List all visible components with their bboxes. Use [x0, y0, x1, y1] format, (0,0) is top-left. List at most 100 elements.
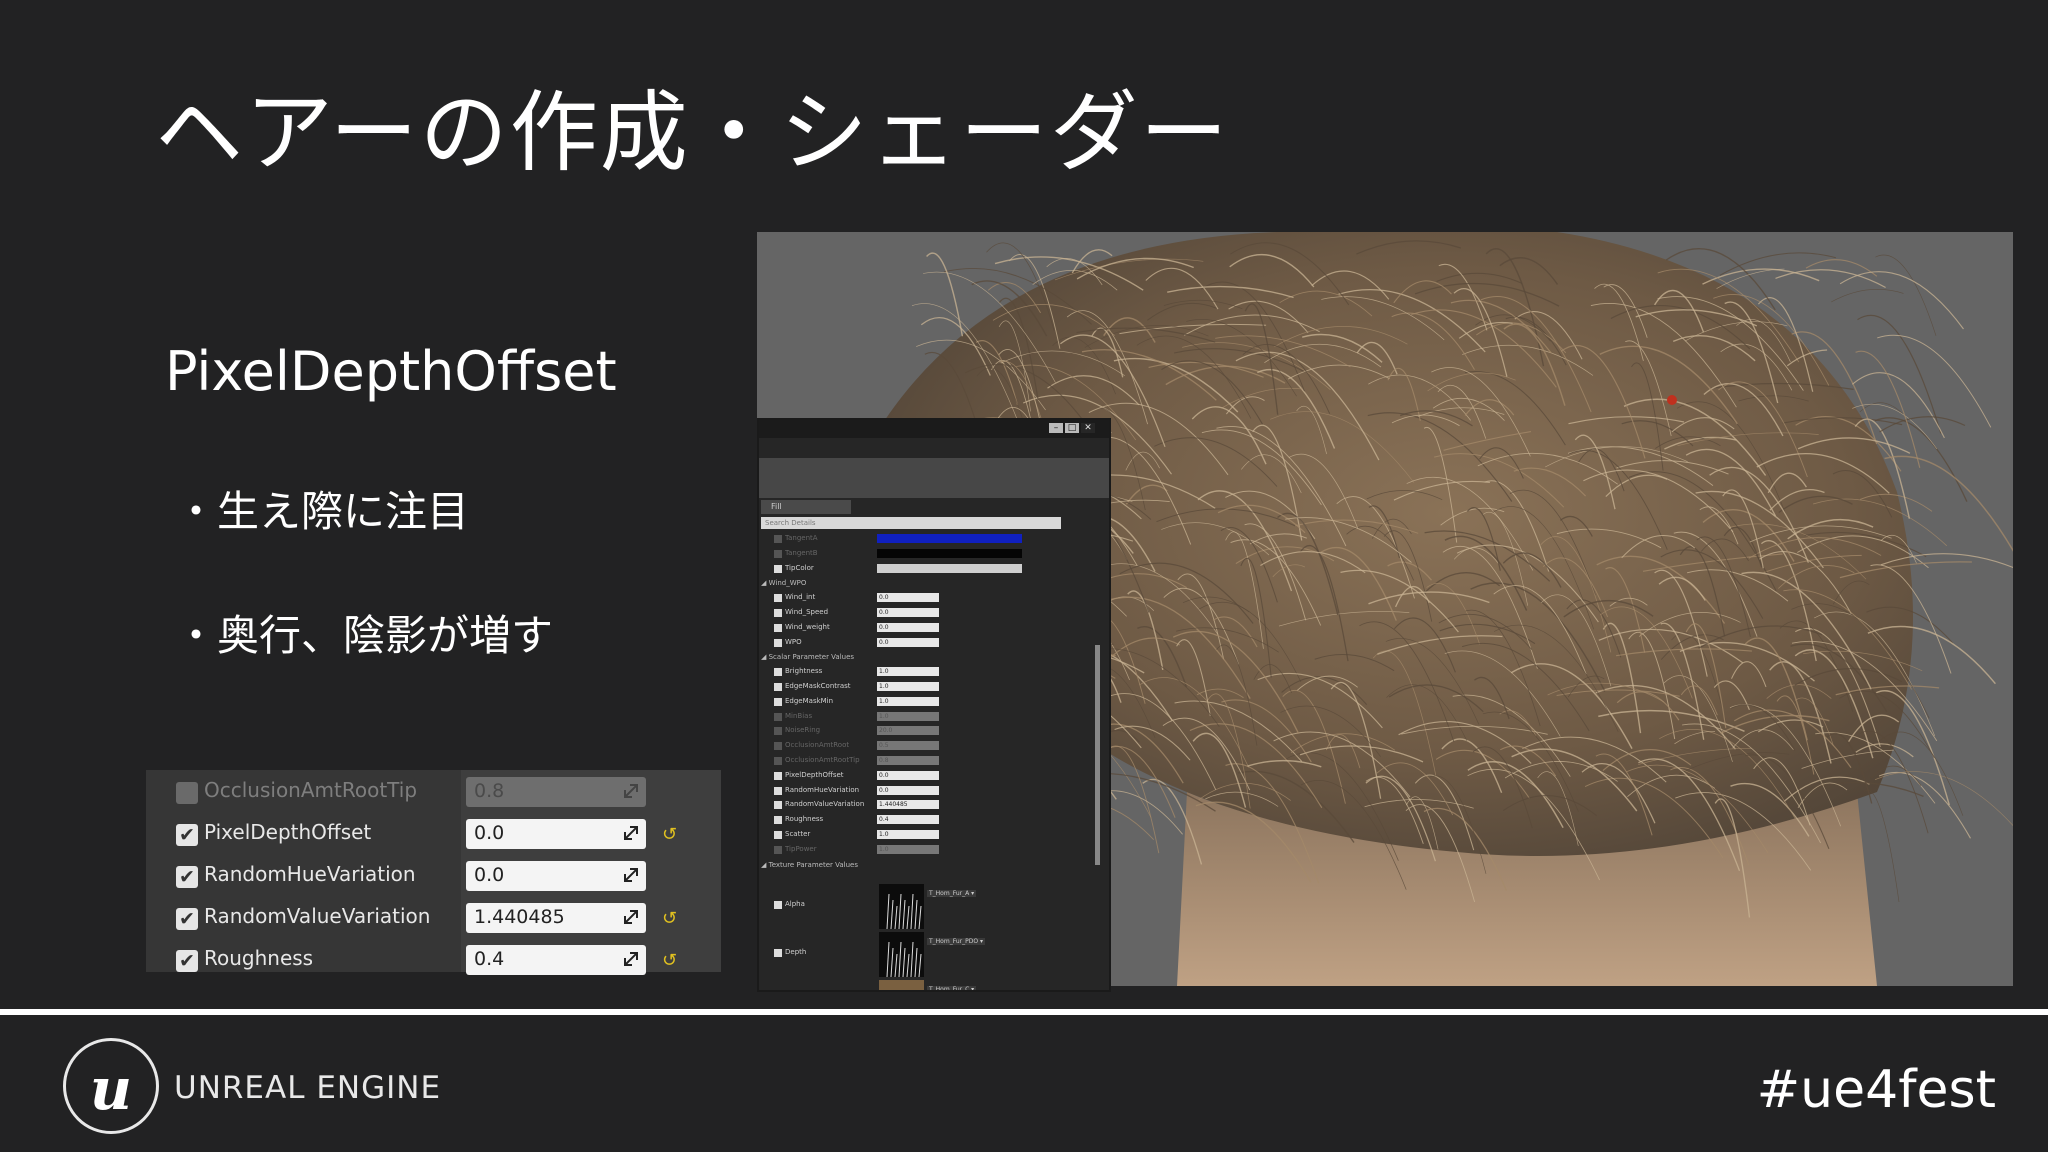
drag-arrow-icon[interactable] [624, 868, 638, 882]
param-value-input[interactable]: 20.0 [877, 726, 939, 736]
reset-to-default-icon[interactable]: ↺ [662, 908, 677, 929]
param-label: WPO [785, 637, 802, 646]
category-header[interactable]: ◢ Texture Parameter Values [761, 861, 858, 869]
enable-checkbox[interactable] [774, 831, 782, 839]
param-label: Wind_Speed [785, 608, 829, 616]
param-label: Roughness [204, 946, 314, 970]
param-value-input[interactable]: 0.0 [877, 785, 939, 795]
editor-param-row: OcclusionAmtRoot 0.5 [759, 739, 1099, 753]
material-instance-editor[interactable]: – □ ✕ Fill Search Details TangentA Tangen… [757, 418, 1111, 992]
enable-checkbox[interactable] [176, 782, 198, 804]
enable-checkbox[interactable] [774, 549, 782, 558]
drag-arrow-icon[interactable] [624, 952, 638, 966]
tab-details[interactable]: Fill [761, 500, 851, 514]
enable-checkbox[interactable] [774, 757, 782, 765]
reset-to-default-icon[interactable]: ↺ [662, 824, 677, 845]
param-value-input[interactable]: 0.0 [877, 593, 939, 603]
details-scrollbar[interactable] [1095, 645, 1100, 865]
enable-checkbox[interactable] [774, 623, 782, 632]
category-header[interactable]: ◢ Wind_WPO [761, 579, 806, 587]
param-value-input[interactable]: 1.0 [877, 830, 939, 839]
param-value-input[interactable]: 1.0 [877, 696, 939, 706]
color-swatch[interactable] [877, 563, 1022, 573]
enable-checkbox[interactable] [774, 683, 782, 691]
close-icon[interactable]: ✕ [1081, 423, 1095, 433]
enable-checkbox[interactable]: ✔ [176, 824, 198, 846]
param-label: PixelDepthOffset [204, 820, 372, 844]
editor-param-row: RandomHueVariation 0.0 [759, 784, 1099, 798]
editor-param-row: TangentA [759, 532, 1099, 546]
enable-checkbox[interactable] [774, 638, 782, 647]
enable-checkbox[interactable] [774, 901, 782, 910]
enable-checkbox[interactable]: ✔ [176, 908, 198, 930]
param-value-input[interactable]: 1.0 [877, 682, 939, 691]
texture-row: Depth T_Hom_Fur_PDO ▾ [759, 938, 1099, 960]
param-value-input[interactable]: 0.4 [466, 945, 646, 975]
param-value-input[interactable]: 1.440485 [877, 800, 939, 810]
enable-checkbox[interactable] [774, 564, 782, 573]
enable-checkbox[interactable] [774, 771, 782, 780]
param-value-input[interactable]: 0.0 [877, 622, 939, 632]
param-label: OcclusionAmtRoot [785, 741, 850, 750]
enable-checkbox[interactable] [774, 668, 782, 677]
param-value-input[interactable]: 0.4 [877, 815, 939, 825]
param-row: ✔ PixelDepthOffset 0.0 ↺ [146, 816, 721, 854]
checkmark-icon: ✔ [179, 950, 195, 972]
param-label: RandomHueVariation [204, 862, 416, 886]
param-value-input[interactable]: 0.0 [877, 770, 939, 780]
param-value-input[interactable]: 1.0 [877, 711, 939, 721]
search-details-input[interactable]: Search Details [761, 517, 1061, 529]
param-value: 1.440485 [474, 906, 565, 928]
enable-checkbox[interactable] [774, 742, 782, 751]
enable-checkbox[interactable] [774, 816, 782, 825]
editor-param-row: RandomValueVariation 1.440485 [759, 798, 1099, 812]
drag-arrow-icon[interactable] [624, 826, 638, 840]
category-header[interactable]: ◢ Scalar Parameter Values [761, 653, 854, 661]
param-value-input[interactable]: 0.0 [466, 861, 646, 891]
param-value: 0.0 [474, 864, 505, 886]
color-swatch[interactable] [877, 548, 1022, 558]
enable-checkbox[interactable] [774, 786, 782, 795]
param-value-input[interactable]: 0.0 [877, 608, 939, 617]
texture-asset-dropdown[interactable]: T_Hom_Fur_PDO ▾ [927, 938, 985, 946]
enable-checkbox[interactable] [774, 949, 782, 958]
texture-thumbnail[interactable] [879, 980, 924, 990]
editor-param-row: TipPower 1.0 [759, 843, 1099, 857]
checkmark-icon: ✔ [179, 866, 195, 888]
param-label: OcclusionAmtRootTip [204, 778, 418, 802]
param-value-input[interactable]: 1.440485 [466, 903, 646, 933]
enable-checkbox[interactable] [774, 845, 782, 854]
enable-checkbox[interactable]: ✔ [176, 866, 198, 888]
minimize-icon[interactable]: – [1049, 423, 1063, 433]
enable-checkbox[interactable]: ✔ [176, 950, 198, 972]
drag-arrow-icon[interactable] [624, 910, 638, 924]
editor-param-row: OcclusionAmtRootTip 0.8 [759, 754, 1099, 768]
color-swatch[interactable] [877, 534, 1022, 543]
texture-label: Depth [785, 948, 807, 957]
texture-asset-dropdown[interactable]: T_Hom_Fur_C ▾ [927, 986, 977, 990]
param-value-input[interactable]: 0.0 [877, 637, 939, 647]
enable-checkbox[interactable] [774, 609, 782, 617]
param-label: RandomValueVariation [785, 800, 865, 809]
param-row: OcclusionAmtRootTip 0.8 [146, 774, 721, 812]
enable-checkbox[interactable] [774, 594, 782, 603]
editor-toolbar [759, 458, 1109, 498]
param-value-input[interactable]: 1.0 [877, 844, 939, 854]
enable-checkbox[interactable] [774, 712, 782, 721]
param-value-input[interactable]: 1.0 [877, 667, 939, 677]
enable-checkbox[interactable] [774, 697, 782, 706]
texture-asset-dropdown[interactable]: T_Hom_Fur_A ▾ [927, 890, 977, 898]
maximize-icon[interactable]: □ [1065, 423, 1079, 433]
editor-param-row: Scatter 1.0 [759, 828, 1099, 842]
param-value-input[interactable]: 0.8 [466, 777, 646, 807]
param-value-input[interactable]: 0.8 [877, 756, 939, 765]
enable-checkbox[interactable] [774, 801, 782, 810]
param-value-input[interactable]: 0.5 [877, 741, 939, 751]
enable-checkbox[interactable] [774, 535, 782, 543]
reset-to-default-icon[interactable]: ↺ [662, 950, 677, 971]
param-value-input[interactable]: 0.0 [466, 819, 646, 849]
enable-checkbox[interactable] [774, 727, 782, 736]
param-value: 0.0 [474, 822, 505, 844]
texture-label: Alpha [785, 900, 805, 909]
drag-arrow-icon[interactable] [624, 784, 638, 798]
